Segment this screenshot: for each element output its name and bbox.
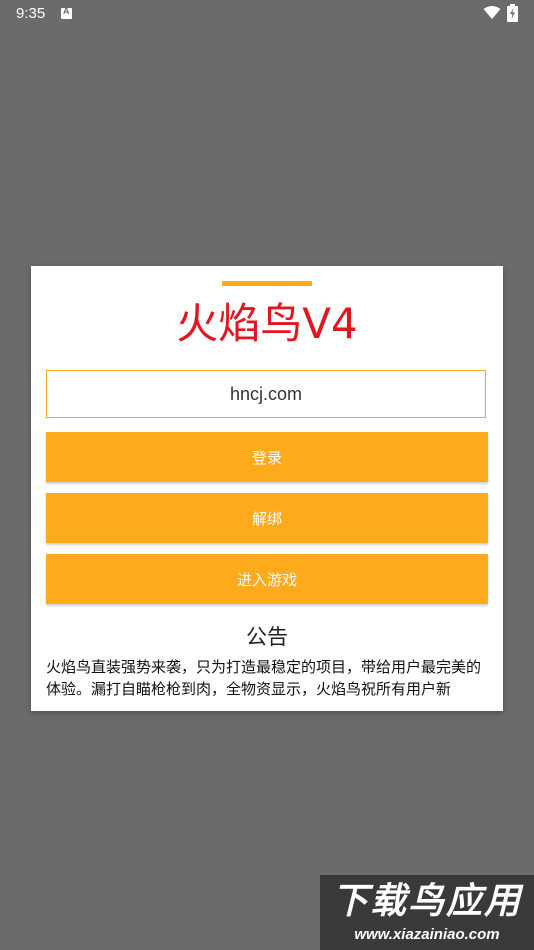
- status-time: 9:35: [16, 5, 46, 22]
- login-dialog: 火焰鸟V4 登录 解绑 进入游戏 公告 火焰鸟直装强势来袭，只为打造最稳定的项目…: [31, 266, 503, 711]
- dialog-title: 火焰鸟V4: [176, 299, 358, 348]
- wifi-icon: [483, 6, 501, 19]
- login-button[interactable]: 登录: [46, 432, 488, 482]
- enter-game-button[interactable]: 进入游戏: [46, 554, 488, 604]
- notification-a-letter: A: [63, 6, 70, 16]
- watermark-title: 下载鸟应用: [331, 881, 522, 922]
- accent-bar: [222, 281, 312, 286]
- card-key-input[interactable]: [47, 370, 485, 418]
- unbind-button[interactable]: 解绑: [46, 493, 488, 543]
- status-bar: 9:35 A: [0, 0, 534, 28]
- card-key-input-box: [46, 370, 486, 418]
- watermark-logo: 下载鸟应用 www.xiazainiao.com: [320, 875, 534, 950]
- battery-charging-icon: [507, 4, 518, 22]
- notice-title: 公告: [246, 625, 288, 649]
- watermark-url: www.xiazainiao.com: [354, 926, 500, 943]
- notification-a-icon: A: [61, 6, 72, 19]
- notice-text: 火焰鸟直装强势来袭，只为打造最稳定的项目，带给用户最完美的体验。漏打自瞄枪枪到肉…: [46, 658, 482, 696]
